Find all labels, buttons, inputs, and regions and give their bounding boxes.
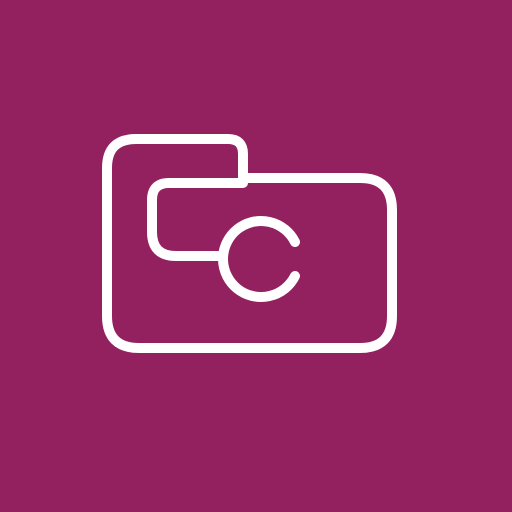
app-icon [0, 0, 512, 512]
icon-background [0, 0, 512, 512]
folder-with-c-icon [0, 0, 512, 512]
